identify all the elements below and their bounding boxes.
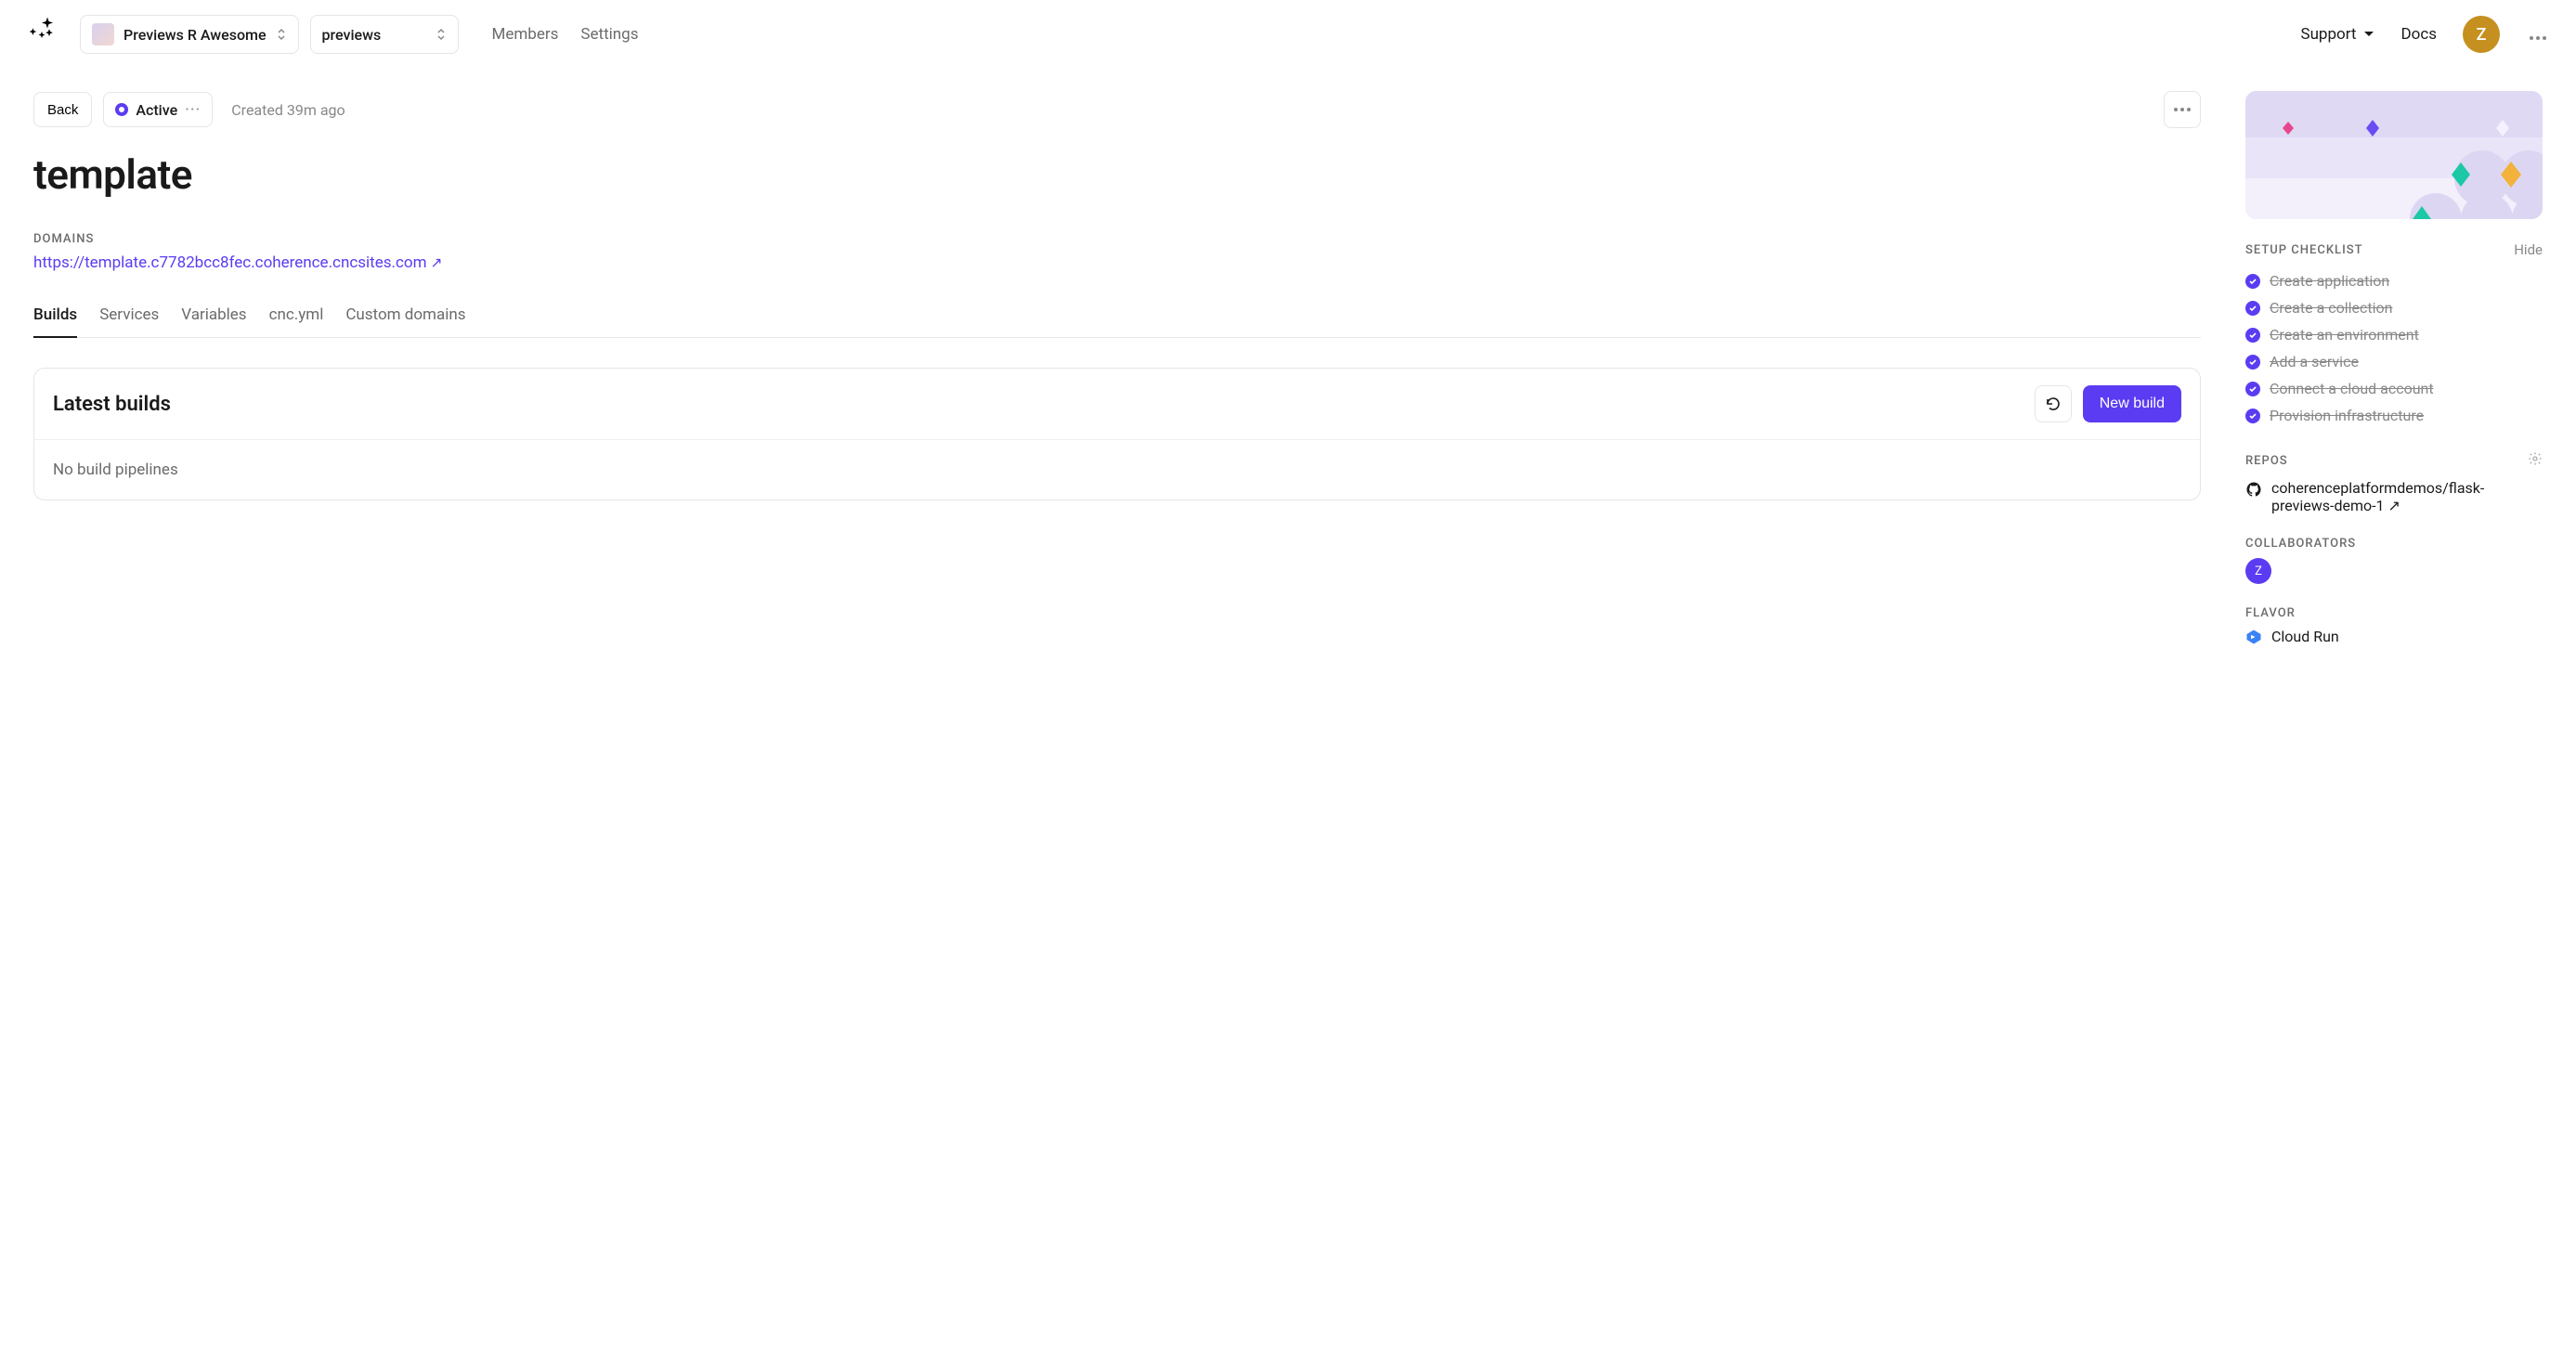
checklist-item: Create a collection xyxy=(2245,294,2543,321)
checklist-item: Connect a cloud account xyxy=(2245,375,2543,402)
caret-down-icon xyxy=(2363,31,2374,38)
refresh-icon xyxy=(2045,396,2062,412)
gear-icon xyxy=(2528,451,2543,466)
check-icon xyxy=(2245,409,2260,423)
tab-custom-domains[interactable]: Custom domains xyxy=(345,305,465,337)
hide-checklist-button[interactable]: Hide xyxy=(2514,241,2543,258)
back-button[interactable]: Back xyxy=(33,92,92,127)
repos-settings-button[interactable] xyxy=(2528,451,2543,470)
tab-variables[interactable]: Variables xyxy=(181,305,246,337)
setup-checklist: Create application Create a collection C… xyxy=(2245,267,2543,429)
support-label: Support xyxy=(2300,25,2356,44)
repo-link[interactable]: coherenceplatformdemos/flask-previews-de… xyxy=(2245,479,2543,514)
status-label: Active xyxy=(136,101,177,119)
checklist-item: Provision infrastructure xyxy=(2245,402,2543,429)
header-nav: Members Settings xyxy=(492,25,639,44)
check-icon xyxy=(2245,328,2260,343)
flavor-label: FLAVOR xyxy=(2245,606,2543,620)
nav-members[interactable]: Members xyxy=(492,25,559,44)
app-header: Previews R Awesome previews Members Sett… xyxy=(0,0,2576,69)
domain-link[interactable]: https://template.c7782bcc8fec.coherence.… xyxy=(33,253,442,272)
tab-services[interactable]: Services xyxy=(99,305,159,337)
checklist-label: SETUP CHECKLIST xyxy=(2245,243,2514,257)
tab-builds[interactable]: Builds xyxy=(33,305,77,337)
checklist-item: Create application xyxy=(2245,267,2543,294)
chevron-updown-icon xyxy=(276,27,287,42)
chevron-updown-icon xyxy=(436,27,447,42)
more-dots-icon: ··· xyxy=(185,100,201,120)
repo-name: coherenceplatformdemos/flask-previews-de… xyxy=(2271,479,2484,514)
nav-settings[interactable]: Settings xyxy=(580,25,638,44)
checklist-item: Add a service xyxy=(2245,348,2543,375)
checklist-item-label: Create application xyxy=(2270,272,2389,290)
domains-section-label: DOMAINS xyxy=(33,232,2201,246)
user-avatar[interactable]: Z xyxy=(2463,16,2500,53)
project-selector-label: previews xyxy=(322,26,382,44)
github-icon xyxy=(2245,481,2262,498)
header-more-button[interactable] xyxy=(2526,22,2550,47)
cloud-run-icon xyxy=(2245,629,2262,645)
checklist-item-label: Connect a cloud account xyxy=(2270,380,2434,397)
new-build-button[interactable]: New build xyxy=(2083,385,2181,422)
page-more-button[interactable] xyxy=(2164,91,2201,128)
org-selector-label: Previews R Awesome xyxy=(124,26,267,44)
page-toolbar: Back Active ··· Created 39m ago xyxy=(33,91,2201,128)
support-dropdown[interactable]: Support xyxy=(2300,25,2374,44)
latest-builds-title: Latest builds xyxy=(53,393,2035,416)
flavor-row: Cloud Run xyxy=(2245,628,2543,645)
status-badge[interactable]: Active ··· xyxy=(103,92,213,127)
external-link-icon: ↗ xyxy=(2388,497,2400,514)
checklist-item-label: Create a collection xyxy=(2270,299,2392,317)
created-timestamp: Created 39m ago xyxy=(231,101,345,119)
check-icon xyxy=(2245,355,2260,370)
checklist-item-label: Add a service xyxy=(2270,353,2359,370)
checklist-item-label: Create an environment xyxy=(2270,326,2419,344)
repos-label: REPOS xyxy=(2245,454,2528,468)
tab-cncyml[interactable]: cnc.yml xyxy=(269,305,324,337)
checklist-item-label: Provision infrastructure xyxy=(2270,407,2424,424)
checklist-item: Create an environment xyxy=(2245,321,2543,348)
collaborator-avatar[interactable]: Z xyxy=(2245,558,2271,584)
sidebar-banner xyxy=(2245,91,2543,219)
check-icon xyxy=(2245,301,2260,316)
check-icon xyxy=(2245,382,2260,396)
tabs: Builds Services Variables cnc.yml Custom… xyxy=(33,305,2201,338)
org-selector[interactable]: Previews R Awesome xyxy=(80,15,299,54)
header-right: Support Docs Z xyxy=(2300,16,2550,53)
flavor-name: Cloud Run xyxy=(2271,628,2339,645)
docs-link[interactable]: Docs xyxy=(2400,25,2437,44)
project-selector[interactable]: previews xyxy=(310,15,459,54)
builds-empty-state: No build pipelines xyxy=(34,440,2200,500)
check-icon xyxy=(2245,274,2260,289)
status-dot-icon xyxy=(115,103,128,116)
collaborators-label: COLLABORATORS xyxy=(2245,537,2543,551)
sidebar: SETUP CHECKLIST Hide Create application … xyxy=(2245,91,2543,645)
page-title: template xyxy=(33,150,2201,199)
refresh-button[interactable] xyxy=(2035,385,2072,422)
org-icon xyxy=(92,23,114,45)
latest-builds-card: Latest builds New build No build pipelin… xyxy=(33,368,2201,500)
logo[interactable] xyxy=(26,13,69,56)
